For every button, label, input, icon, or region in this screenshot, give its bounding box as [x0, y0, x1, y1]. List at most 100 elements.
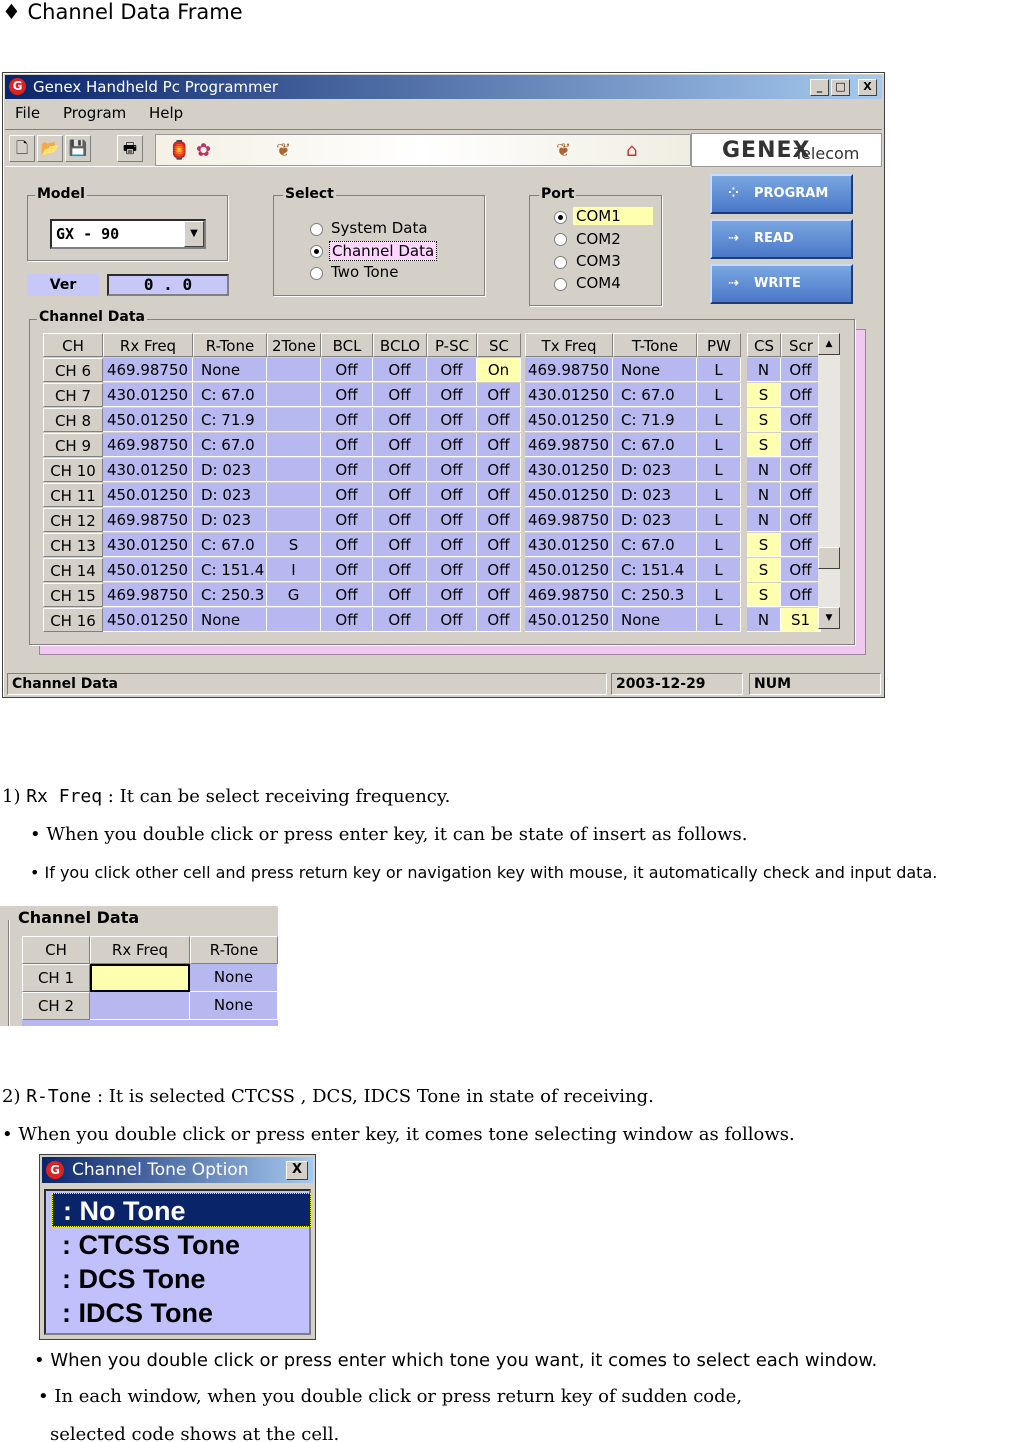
open-folder-icon[interactable]: 📂: [37, 135, 63, 162]
tone-option-idcs[interactable]: : IDCS Tone: [52, 1296, 311, 1330]
grid-cell[interactable]: None: [193, 608, 267, 632]
grid-cell[interactable]: S: [747, 533, 781, 557]
grid-cell[interactable]: D: 023: [193, 508, 267, 532]
grid-cell[interactable]: Off: [373, 508, 427, 532]
grid-cell[interactable]: Off: [373, 358, 427, 382]
grid-cell[interactable]: 469.98750: [103, 583, 193, 607]
grid-cell[interactable]: 430.01250: [103, 533, 193, 557]
grid-cell[interactable]: Off: [781, 583, 821, 607]
grid-cell[interactable]: 450.01250: [525, 558, 613, 582]
grid-cell[interactable]: D: 023: [193, 458, 267, 482]
snippet1-rxfreq-edit[interactable]: [90, 964, 190, 992]
grid-cell[interactable]: L: [697, 583, 741, 607]
grid-cell[interactable]: N: [747, 458, 781, 482]
grid-cell[interactable]: Off: [427, 583, 477, 607]
grid-cell[interactable]: 469.98750: [525, 358, 613, 382]
grid-cell[interactable]: 450.01250: [103, 558, 193, 582]
grid-header-tx-freq[interactable]: Tx Freq: [525, 333, 613, 357]
grid-cell[interactable]: 430.01250: [525, 458, 613, 482]
grid-cell[interactable]: N: [747, 508, 781, 532]
snippet1-row2-rtone[interactable]: None: [190, 992, 278, 1020]
grid-cell[interactable]: Off: [781, 358, 821, 382]
tone-dialog-close-button[interactable]: X: [286, 1161, 308, 1180]
grid-cell[interactable]: Off: [781, 508, 821, 532]
grid-cell[interactable]: Off: [427, 458, 477, 482]
grid-cell[interactable]: 450.01250: [525, 483, 613, 507]
grid-cell[interactable]: S: [747, 433, 781, 457]
grid-header-r-tone[interactable]: R-Tone: [193, 333, 267, 357]
grid-scrollbar[interactable]: ▲ ▼: [818, 333, 840, 629]
grid-cell[interactable]: Off: [477, 433, 521, 457]
grid-header-ch[interactable]: CH: [43, 333, 103, 357]
grid-cell[interactable]: Off: [477, 583, 521, 607]
maximize-button[interactable]: □: [831, 79, 850, 96]
new-file-icon[interactable]: 🗋: [9, 135, 35, 162]
grid-header-bcl[interactable]: BCL: [321, 333, 373, 357]
grid-cell[interactable]: S: [267, 533, 321, 557]
grid-cell[interactable]: 450.01250: [525, 408, 613, 432]
grid-cell[interactable]: Off: [321, 458, 373, 482]
tone-option-dcs[interactable]: : DCS Tone: [52, 1262, 311, 1296]
grid-cell[interactable]: Off: [373, 483, 427, 507]
grid-header-rx-freq[interactable]: Rx Freq: [103, 333, 193, 357]
grid-cell[interactable]: 469.98750: [103, 433, 193, 457]
grid-cell[interactable]: C: 250.3: [193, 583, 267, 607]
grid-cell[interactable]: 450.01250: [103, 483, 193, 507]
grid-cell[interactable]: C: 67.0: [613, 433, 697, 457]
grid-cell[interactable]: N: [747, 358, 781, 382]
grid-cell[interactable]: C: 71.9: [613, 408, 697, 432]
model-select[interactable]: GX - 90 ▼: [50, 219, 206, 249]
grid-cell[interactable]: D: 023: [613, 458, 697, 482]
grid-cell[interactable]: Off: [781, 558, 821, 582]
grid-cell[interactable]: Off: [321, 608, 373, 632]
grid-cell[interactable]: C: 151.4: [193, 558, 267, 582]
grid-cell[interactable]: L: [697, 508, 741, 532]
grid-cell[interactable]: C: 151.4: [613, 558, 697, 582]
grid-cell[interactable]: C: 67.0: [613, 383, 697, 407]
grid-cell[interactable]: Off: [477, 558, 521, 582]
dropdown-arrow-icon[interactable]: ▼: [184, 221, 204, 247]
grid-cell[interactable]: Off: [427, 533, 477, 557]
grid-cell[interactable]: Off: [321, 358, 373, 382]
grid-cell[interactable]: None: [613, 358, 697, 382]
grid-cell[interactable]: I: [267, 558, 321, 582]
snippet1-col-ch[interactable]: CH: [22, 936, 90, 964]
grid-cell[interactable]: C: 67.0: [193, 533, 267, 557]
grid-cell[interactable]: 469.98750: [525, 508, 613, 532]
grid-cell[interactable]: C: 67.0: [193, 383, 267, 407]
grid-cell[interactable]: Off: [477, 458, 521, 482]
grid-cell[interactable]: S: [747, 408, 781, 432]
grid-cell[interactable]: N: [747, 608, 781, 632]
grid-cell[interactable]: Off: [781, 458, 821, 482]
radio-com4[interactable]: [554, 278, 567, 291]
menu-help[interactable]: Help: [149, 104, 183, 122]
grid-cell[interactable]: Off: [781, 408, 821, 432]
radio-two-tone[interactable]: [310, 267, 323, 280]
grid-header-pw[interactable]: PW: [697, 333, 741, 357]
grid-cell[interactable]: S: [747, 583, 781, 607]
print-icon[interactable]: 🖶: [117, 135, 143, 162]
grid-cell[interactable]: Off: [427, 383, 477, 407]
grid-cell[interactable]: [267, 358, 321, 382]
grid-cell[interactable]: Off: [373, 408, 427, 432]
program-button[interactable]: ⁘ PROGRAM: [710, 174, 853, 214]
grid-cell[interactable]: Off: [781, 483, 821, 507]
grid-cell[interactable]: 430.01250: [525, 533, 613, 557]
grid-cell[interactable]: Off: [321, 383, 373, 407]
grid-header-2tone[interactable]: 2Tone: [267, 333, 321, 357]
grid-cell[interactable]: Off: [477, 383, 521, 407]
grid-cell[interactable]: 469.98750: [525, 433, 613, 457]
grid-cell[interactable]: Off: [477, 483, 521, 507]
grid-cell[interactable]: Off: [477, 508, 521, 532]
read-button[interactable]: ⇢ READ: [710, 219, 853, 259]
grid-cell[interactable]: Off: [477, 608, 521, 632]
scroll-down-icon[interactable]: ▼: [818, 607, 840, 629]
grid-cell[interactable]: L: [697, 383, 741, 407]
grid-cell[interactable]: None: [613, 608, 697, 632]
grid-cell[interactable]: L: [697, 433, 741, 457]
grid-cell[interactable]: 430.01250: [103, 383, 193, 407]
grid-cell[interactable]: 450.01250: [103, 408, 193, 432]
grid-cell[interactable]: 469.98750: [103, 508, 193, 532]
grid-cell[interactable]: 430.01250: [525, 383, 613, 407]
grid-cell[interactable]: S: [747, 383, 781, 407]
